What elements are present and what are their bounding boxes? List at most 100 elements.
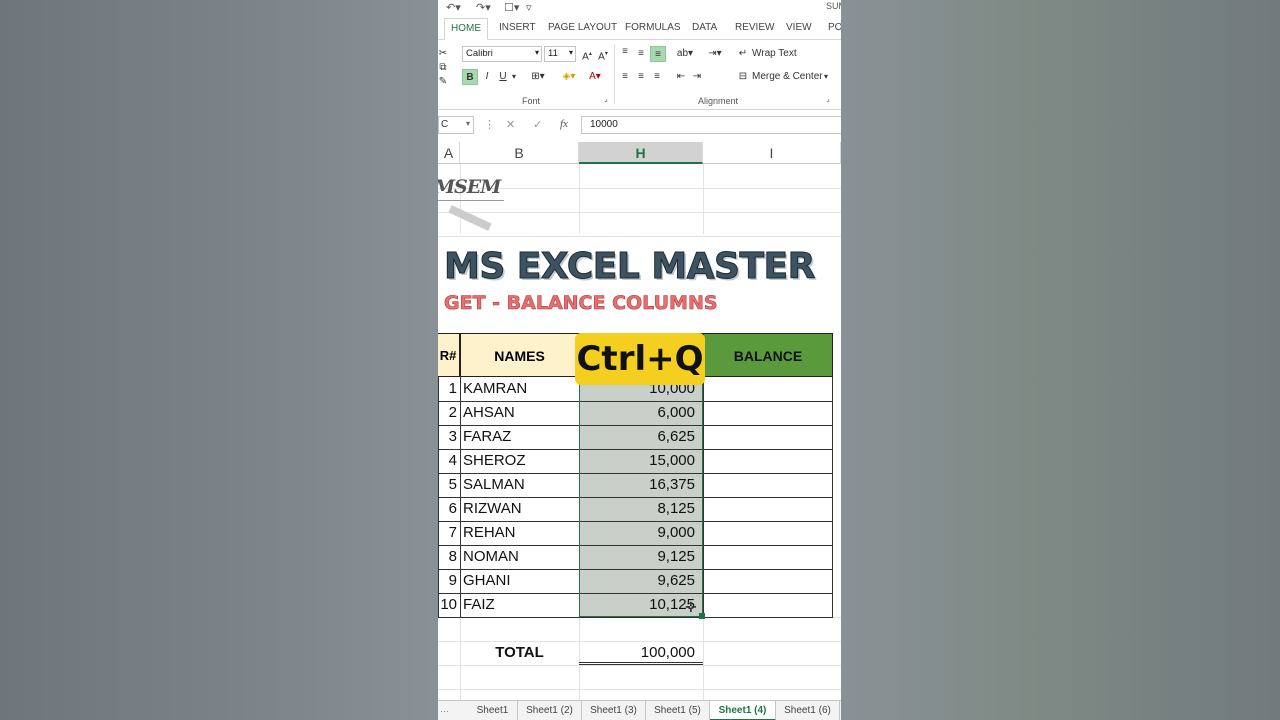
italic-button[interactable]: I (480, 69, 494, 85)
sheet-tab-sheet1-6[interactable]: Sheet1 (6) (776, 701, 840, 720)
decrease-indent-icon[interactable]: ⇤ (674, 69, 688, 85)
font-dialog-launcher-icon[interactable]: ⌟ (602, 92, 610, 108)
orientation-icon[interactable]: ab▾ (674, 46, 696, 62)
more-icon: ⋮ (484, 119, 495, 131)
row-sr-cell[interactable]: 6 (438, 497, 459, 521)
enter-icon[interactable]: ✓ (533, 118, 542, 131)
align-top-icon[interactable]: ≡ (618, 44, 632, 60)
row-border (438, 617, 833, 618)
shortcut-badge: Ctrl+Q (575, 333, 705, 385)
wrap-text-button[interactable]: Wrap Text (752, 46, 797, 62)
customize-icon[interactable]: ▿ (526, 1, 532, 14)
sheet-tab-sheet1[interactable]: Sheet1 (468, 701, 518, 720)
ribbon-home: ✂ ⧉ ✎ Calibri ▾ 11 ▾ A▴ A▾ B I U ▾ ⊞▾ ◈▾… (438, 40, 841, 110)
chevron-down-icon[interactable]: ▾ (510, 69, 518, 85)
underline-button[interactable]: U (496, 69, 510, 85)
align-left-icon[interactable]: ≡ (618, 69, 632, 85)
tab-insert[interactable]: INSERT (499, 22, 536, 33)
tab-power[interactable]: PO (828, 22, 841, 33)
cancel-icon[interactable]: ✕ (506, 118, 515, 131)
row-balance-cell[interactable] (703, 449, 833, 473)
row-name-cell[interactable]: SALMAN (460, 473, 579, 497)
sheet-tab-sheet1-3[interactable]: Sheet1 (3) (582, 701, 646, 720)
sheet-tabs-bar: … Sheet1 Sheet1 (2) Sheet1 (3) Sheet1 (5… (438, 700, 841, 720)
row-name-cell[interactable]: FARAZ (460, 425, 579, 449)
chevron-down-icon: ▾ (465, 119, 470, 128)
column-header-a[interactable]: A (438, 142, 460, 164)
sheet-tab-sheet1-2[interactable]: Sheet1 (2) (518, 701, 582, 720)
borders-icon[interactable]: ⊞▾ (528, 69, 548, 85)
total-value[interactable]: 100,000 (579, 641, 703, 665)
row-balance-cell[interactable] (703, 569, 833, 593)
fill-handle[interactable] (699, 613, 705, 619)
row-sr-cell[interactable]: 8 (438, 545, 459, 569)
row-sr-cell[interactable]: 1 (438, 377, 459, 401)
row-balance-cell[interactable] (703, 425, 833, 449)
tab-view[interactable]: VIEW (786, 22, 812, 33)
row-sr-cell[interactable]: 9 (438, 569, 459, 593)
row-balance-cell[interactable] (703, 497, 833, 521)
align-bottom-icon[interactable]: ≡ (650, 46, 666, 62)
merge-center-button[interactable]: Merge & Center (752, 69, 823, 85)
font-name-select[interactable]: Calibri ▾ (462, 46, 542, 62)
align-center-icon[interactable]: ≡ (634, 69, 648, 85)
row-balance-cell[interactable] (703, 377, 833, 401)
row-balance-cell[interactable] (703, 593, 833, 617)
redo-icon[interactable]: ↷▾ (476, 1, 491, 14)
row-sr-cell[interactable]: 10 (438, 593, 459, 617)
msem-logo: MSEM (438, 172, 518, 234)
row-name-cell[interactable]: RIZWAN (460, 497, 579, 521)
row-sr-cell[interactable]: 5 (438, 473, 459, 497)
decrease-font-icon[interactable]: A▾ (596, 46, 610, 62)
row-sr-cell[interactable]: 3 (438, 425, 459, 449)
font-color-icon[interactable]: A▾ (584, 69, 606, 85)
row-name-cell[interactable]: NOMAN (460, 545, 579, 569)
tabs-more-icon[interactable]: … (440, 704, 449, 714)
fill-color-icon[interactable]: ◈▾ (558, 69, 580, 85)
wrap-text-icon[interactable]: ↵ (736, 46, 750, 62)
sheet-tab-sheet1-4[interactable]: Sheet1 (4) (710, 701, 776, 720)
row-name-cell[interactable]: GHANI (460, 569, 579, 593)
formula-value: 10000 (590, 119, 618, 130)
column-border (438, 377, 439, 617)
row-name-cell[interactable]: KAMRAN (460, 377, 579, 401)
font-size-select[interactable]: 11 ▾ (544, 46, 576, 62)
chevron-down-icon[interactable]: ▾ (822, 69, 830, 85)
merge-center-icon[interactable]: ⊟ (736, 69, 750, 85)
row-sr-cell[interactable]: 7 (438, 521, 459, 545)
row-balance-cell[interactable] (703, 545, 833, 569)
formula-input[interactable]: 10000 (581, 116, 841, 134)
alignment-dialog-launcher-icon[interactable]: ⌟ (824, 92, 832, 108)
row-balance-cell[interactable] (703, 521, 833, 545)
format-painter-icon[interactable]: ✎ (438, 74, 448, 90)
align-right-icon[interactable]: ≡ (650, 69, 664, 85)
row-name-cell[interactable]: AHSAN (460, 401, 579, 425)
tab-review[interactable]: REVIEW (735, 22, 774, 33)
column-header-h[interactable]: H (579, 142, 703, 164)
increase-indent-icon[interactable]: ⇥ (690, 69, 704, 85)
undo-icon[interactable]: ↶▾ (446, 1, 461, 14)
align-middle-icon[interactable]: ≡ (634, 46, 648, 62)
tab-data[interactable]: DATA (692, 22, 717, 33)
tab-formulas[interactable]: FORMULAS (625, 22, 681, 33)
row-sr-cell[interactable]: 2 (438, 401, 459, 425)
tab-page-layout[interactable]: PAGE LAYOUT (548, 22, 617, 33)
insert-function-icon[interactable]: fx (560, 118, 568, 130)
row-name-cell[interactable]: SHEROZ (460, 449, 579, 473)
column-header-b[interactable]: B (460, 142, 579, 164)
bold-button[interactable]: B (462, 69, 478, 85)
text-direction-icon[interactable]: ⇥▾ (704, 46, 726, 62)
row-name-cell[interactable]: FAIZ (460, 593, 579, 617)
name-box[interactable]: C ▾ (438, 116, 474, 134)
row-name-cell[interactable]: REHAN (460, 521, 579, 545)
row-balance-cell[interactable] (703, 401, 833, 425)
increase-font-icon[interactable]: A▴ (580, 46, 594, 62)
selected-range-border[interactable] (579, 377, 703, 617)
tab-home[interactable]: HOME (444, 18, 488, 40)
row-balance-cell[interactable] (703, 473, 833, 497)
total-label: TOTAL (495, 644, 544, 661)
column-header-i[interactable]: I (703, 142, 841, 164)
touch-mode-icon[interactable]: ☐▾ (504, 1, 519, 14)
row-sr-cell[interactable]: 4 (438, 449, 459, 473)
sheet-tab-sheet1-5[interactable]: Sheet1 (5) (646, 701, 710, 720)
